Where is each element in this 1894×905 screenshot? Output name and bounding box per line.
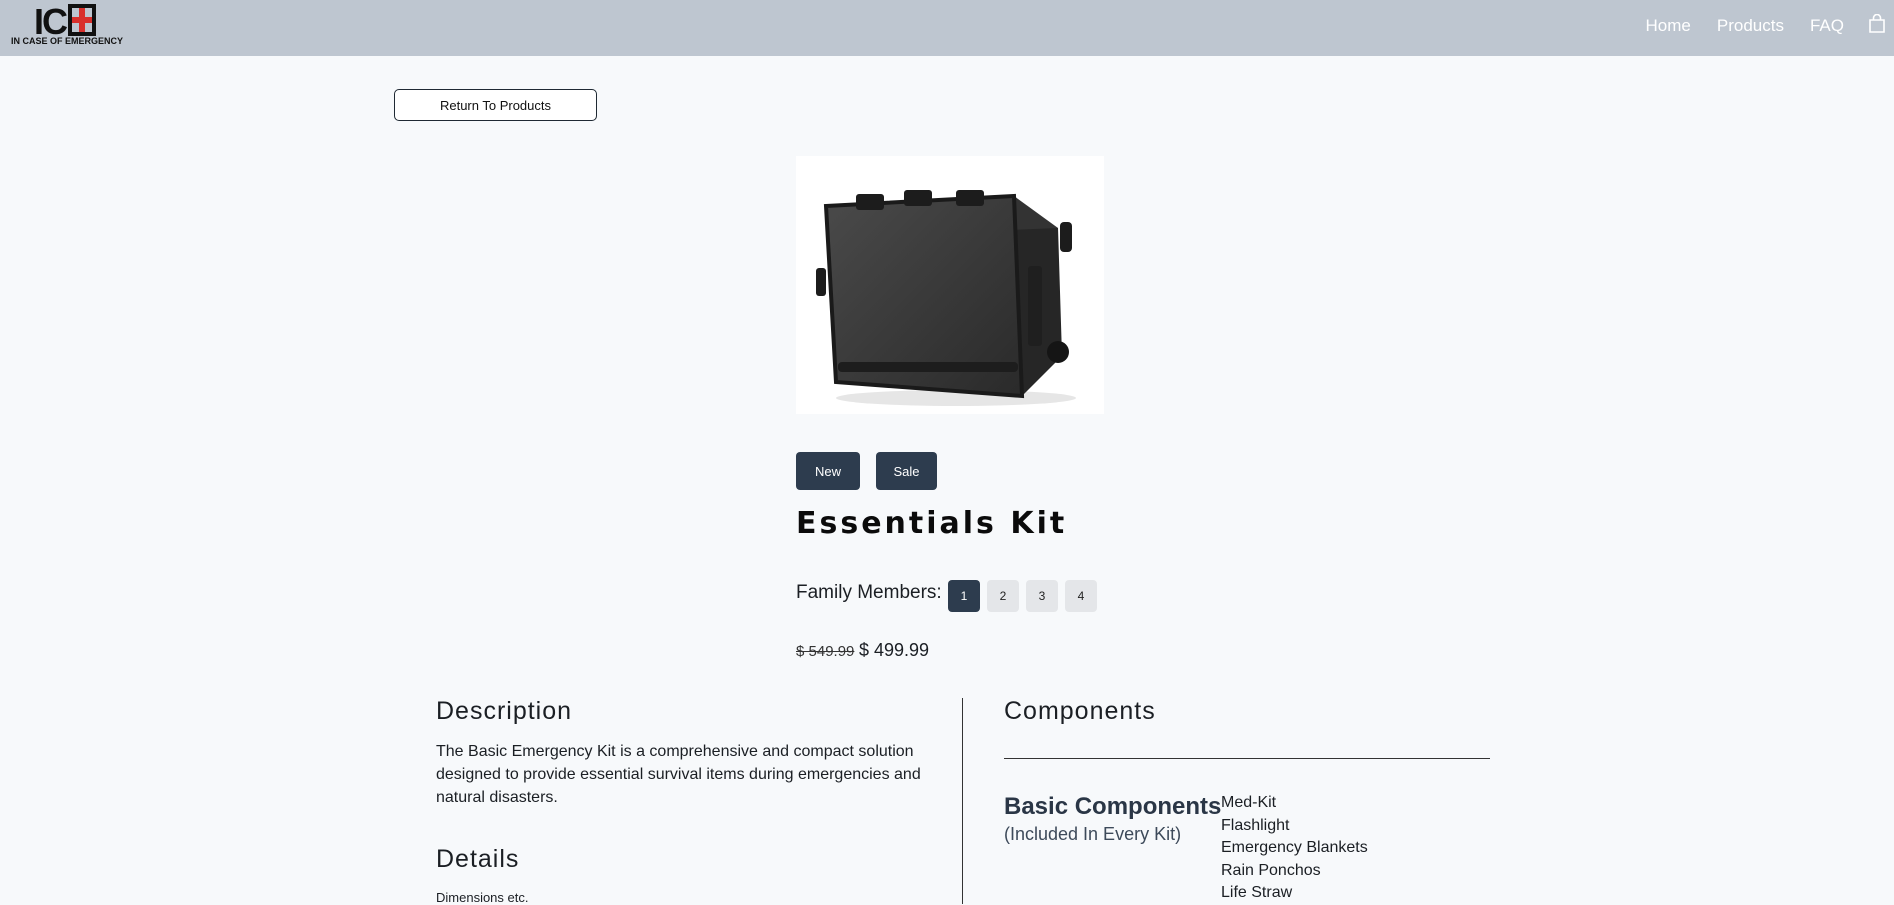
family-members-option-4[interactable]: 4 [1065,580,1097,612]
sale-badge[interactable]: Sale [876,452,937,490]
original-price: $ 549.99 [796,643,855,660]
details-text: Dimensions etc. [436,890,529,905]
nav-faq[interactable]: FAQ [1810,16,1844,36]
components-heading: Components [1004,697,1156,725]
component-item: Med-Kit [1221,794,1277,811]
description-text: The Basic Emergency Kit is a comprehensi… [436,743,921,806]
component-item: Life Straw [1221,884,1293,901]
family-members-option-2[interactable]: 2 [987,580,1019,612]
components-divider [1004,758,1490,759]
section-divider [962,698,963,904]
red-cross-e-icon [68,4,96,36]
family-members-option-3[interactable]: 3 [1026,580,1058,612]
component-item: Rain Ponchos [1221,861,1321,879]
ice-logo[interactable]: IC IN CASE OF EMERGENCY [10,4,130,50]
basic-components-title: Basic Components [1004,793,1222,820]
shopping-bag-icon[interactable] [1868,14,1886,34]
family-members-label: Family Members: [796,582,942,603]
product-title: Essentials Kit [796,506,1068,541]
main-nav: Home Products FAQ [1646,0,1894,52]
sale-price: $ 499.99 [859,640,930,660]
new-badge[interactable]: New [796,452,860,490]
basic-components-subtitle: (Included In Every Kit) [1004,824,1182,844]
family-members-option-1[interactable]: 1 [948,580,980,612]
description-heading: Description [436,697,573,725]
nav-home[interactable]: Home [1646,16,1691,36]
component-item: Emergency Blankets [1221,839,1368,856]
hard-case-suitcase-image [816,190,1076,406]
return-to-products-button[interactable]: Return To Products [394,89,597,121]
component-item: Flashlight [1221,816,1290,834]
logo-subtitle: IN CASE OF EMERGENCY [11,36,124,46]
top-navigation-bar: IC IN CASE OF EMERGENCY Home Products FA… [0,0,1894,56]
components-list: Med-Kit Flashlight Emergency Blankets Ra… [1221,792,1368,905]
product-image [796,156,1104,414]
nav-products[interactable]: Products [1717,16,1784,36]
logo-mark: IC [34,4,98,40]
details-heading: Details [436,845,520,873]
